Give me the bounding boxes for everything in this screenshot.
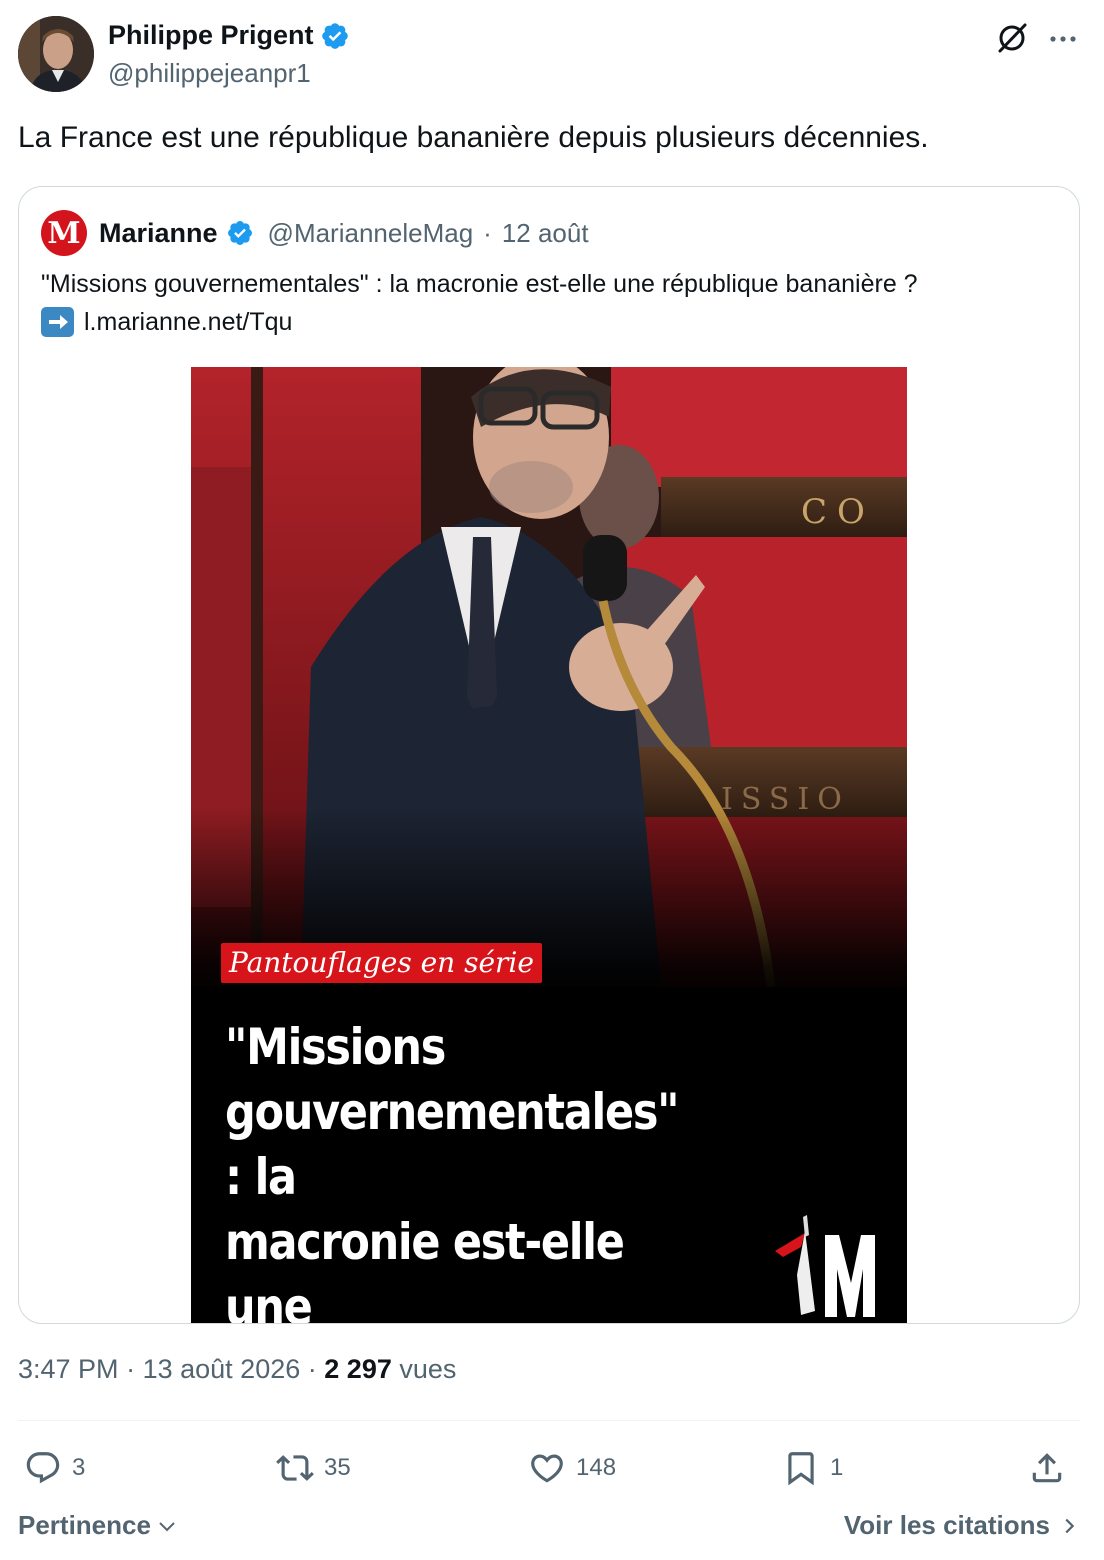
- author-handle[interactable]: @philippejeanpr1: [108, 58, 311, 89]
- author-avatar[interactable]: [18, 16, 94, 92]
- article-link[interactable]: l.marianne.net/Tqu: [84, 303, 292, 341]
- replies-footer: Pertinence Voir les citations: [18, 1510, 1080, 1546]
- verified-badge-icon: [321, 22, 348, 49]
- separator-dot: ·: [307, 1354, 317, 1384]
- views-label: vues: [399, 1354, 457, 1384]
- author-display-name[interactable]: Philippe Prigent: [108, 20, 314, 51]
- like-count: 148: [576, 1454, 617, 1481]
- bookmark-count: 1: [830, 1454, 844, 1481]
- separator-dot: ·: [126, 1354, 136, 1384]
- bench-lettering-top: CO: [801, 492, 875, 532]
- bookmark-button[interactable]: 1: [782, 1444, 843, 1492]
- heart-icon: [531, 1454, 563, 1483]
- marianne-avatar[interactable]: M: [41, 210, 87, 256]
- repost-button[interactable]: 35: [276, 1444, 351, 1492]
- sort-dropdown[interactable]: Pertinence: [18, 1510, 179, 1541]
- like-button[interactable]: 148: [528, 1444, 616, 1492]
- right-arrow-emoji-icon: [41, 307, 74, 337]
- image-kicker: Pantouflages en série: [221, 943, 542, 983]
- image-headline: "Missions gouvernementales" : la macroni…: [225, 1018, 680, 1323]
- reply-count: 3: [72, 1454, 86, 1481]
- grok-icon[interactable]: [994, 20, 1030, 56]
- tweet-text: La France est une république bananière d…: [18, 121, 929, 154]
- quoted-handle[interactable]: @MarianneleMag: [268, 218, 474, 249]
- separator-dot: ·: [483, 217, 492, 248]
- views-count: 2 297: [324, 1354, 392, 1384]
- more-options-icon[interactable]: [1046, 24, 1080, 54]
- repost-icon: [276, 1455, 314, 1481]
- share-icon: [1032, 1453, 1062, 1483]
- reply-button[interactable]: 3: [24, 1444, 85, 1492]
- view-quotes-link[interactable]: Voir les citations: [844, 1510, 1080, 1541]
- article-image[interactable]: CO ISSIO Pantouflages en série "Missions…: [191, 367, 907, 1323]
- chevron-right-icon: [1065, 1518, 1075, 1533]
- repost-count: 35: [324, 1454, 351, 1481]
- tweet-meta: 3:47 PM · 13 août 2026 · 2 297 vues: [18, 1354, 456, 1385]
- quoted-text: "Missions gouvernementales" : la macroni…: [41, 270, 918, 298]
- tweet-header: Philippe Prigent @philippejeanpr1: [18, 16, 1086, 96]
- sort-label: Pertinence: [18, 1510, 151, 1540]
- share-button[interactable]: [1028, 1444, 1066, 1492]
- tweet-time[interactable]: 3:47 PM: [18, 1354, 119, 1384]
- marianne-logo-icon: [775, 1215, 875, 1317]
- chevron-down-icon: [159, 1521, 175, 1531]
- verified-badge-icon: [227, 221, 252, 245]
- quoted-display-name[interactable]: Marianne: [99, 218, 218, 249]
- quoted-tweet-card[interactable]: M Marianne @MarianneleMag · 12 août "Mis…: [18, 186, 1080, 1324]
- tweet-date[interactable]: 13 août 2026: [143, 1354, 301, 1384]
- reply-icon: [26, 1452, 60, 1484]
- view-quotes-label: Voir les citations: [843, 1510, 1050, 1540]
- action-bar: 3 35 148 1: [18, 1444, 1086, 1492]
- divider: [18, 1420, 1080, 1421]
- quoted-date[interactable]: 12 août: [502, 218, 589, 249]
- bookmark-icon: [788, 1452, 814, 1486]
